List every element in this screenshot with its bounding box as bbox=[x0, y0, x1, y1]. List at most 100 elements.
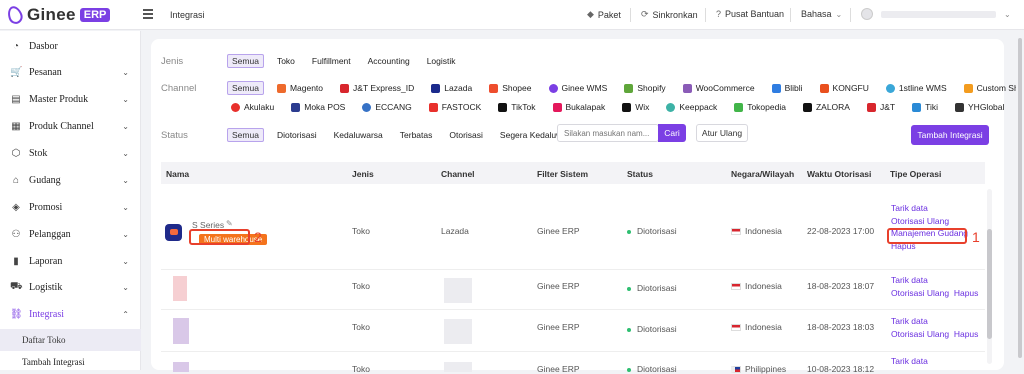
chip-label: Bukalapak bbox=[565, 102, 606, 112]
otorisasi-ulang-link[interactable]: Otorisasi Ulang bbox=[891, 215, 968, 228]
channel-chip-woocommerce[interactable]: WooCommerce bbox=[679, 81, 759, 95]
redacted-channel bbox=[444, 278, 472, 303]
edit-icon[interactable]: ✎ bbox=[226, 219, 233, 228]
channel-chip-kongfu[interactable]: KONGFU bbox=[816, 81, 873, 95]
user-name-redacted bbox=[881, 10, 996, 18]
row-filter: Ginee ERP bbox=[537, 364, 580, 374]
sidebar-subitem-label: Tambah Integrasi bbox=[22, 357, 85, 367]
channel-chip-jnt-express[interactable]: J&T Express_ID bbox=[336, 81, 418, 95]
highlight-box-1 bbox=[887, 228, 967, 244]
channel-chip-blibli[interactable]: Blibli bbox=[768, 81, 807, 95]
otorisasi-ulang-link[interactable]: Otorisasi Ulang bbox=[891, 288, 949, 298]
channel-chip-moka-pos[interactable]: Moka POS bbox=[287, 100, 349, 114]
bahasa-label: Bahasa bbox=[801, 9, 832, 19]
channel-chip-jnt[interactable]: J&T bbox=[863, 100, 899, 114]
channel-chip-wix[interactable]: Wix bbox=[618, 100, 653, 114]
bukalapak-icon bbox=[552, 102, 562, 112]
menu-toggle-icon[interactable] bbox=[143, 9, 153, 19]
reset-button[interactable]: Atur Ulang bbox=[696, 124, 748, 142]
scrollbar-thumb[interactable] bbox=[987, 229, 992, 339]
add-integration-button[interactable]: Tambah Integrasi bbox=[911, 125, 989, 145]
sidebar-item-promosi[interactable]: ◈ Promosi ⌄ bbox=[0, 194, 141, 220]
cube-icon: ⬡ bbox=[11, 147, 21, 159]
channel-chip-ginee-wms[interactable]: Ginee WMS bbox=[545, 81, 612, 95]
status-text: Diotorisasi bbox=[637, 226, 677, 236]
table-scrollbar[interactable] bbox=[987, 189, 992, 364]
redacted-logo bbox=[173, 318, 189, 344]
channel-chip-custom-shop[interactable]: Custom Shop bbox=[960, 81, 1024, 95]
tarik-data-link[interactable]: Tarik data bbox=[891, 202, 968, 215]
channel-chip-tokopedia[interactable]: Tokopedia bbox=[730, 100, 790, 114]
chevron-down-icon: ⌄ bbox=[122, 67, 129, 77]
channel-chip-1stline-wms[interactable]: 1stline WMS bbox=[882, 81, 951, 95]
shopee-icon bbox=[489, 83, 499, 93]
channel-chip-fastock[interactable]: FASTOCK bbox=[425, 100, 486, 114]
sidebar-item-dasbor[interactable]: ◔ Dasbor bbox=[0, 33, 141, 59]
channel-chip-bukalapak[interactable]: Bukalapak bbox=[549, 100, 610, 114]
status-chip-otorisasi[interactable]: Otorisasi bbox=[445, 128, 487, 142]
channel-chip-magento[interactable]: Magento bbox=[273, 81, 327, 95]
search-button[interactable]: Cari bbox=[658, 124, 686, 142]
sidebar-item-integrasi[interactable]: ⛓ Integrasi ⌃ bbox=[0, 301, 141, 327]
hapus-link[interactable]: Hapus bbox=[954, 329, 979, 339]
language-select[interactable]: Bahasa ⌄ bbox=[801, 9, 842, 19]
chip-label: Akulaku bbox=[244, 102, 275, 112]
bantuan-label: Pusat Bantuan bbox=[725, 9, 785, 19]
sidebar-item-pelanggan[interactable]: ⚇ Pelanggan ⌄ bbox=[0, 221, 141, 247]
country-text: Indonesia bbox=[745, 281, 782, 291]
jenis-chip-logistik[interactable]: Logistik bbox=[423, 54, 460, 68]
col-channel: Channel bbox=[441, 169, 475, 179]
paket-link[interactable]: ◆ Paket bbox=[587, 9, 621, 20]
jenis-chip-fulfillment[interactable]: Fulfillment bbox=[308, 54, 355, 68]
status-chip-diotorisasi[interactable]: Diotorisasi bbox=[273, 128, 321, 142]
jenis-chip-toko[interactable]: Toko bbox=[273, 54, 299, 68]
sidebar-item-laporan[interactable]: ▮ Laporan ⌄ bbox=[0, 248, 141, 274]
channel-chip-shopify[interactable]: Shopify bbox=[620, 81, 669, 95]
link-icon: ⛓ bbox=[10, 308, 23, 320]
jenis-chip-semua[interactable]: Semua bbox=[227, 54, 264, 68]
channel-chip-eccang[interactable]: ECCANG bbox=[358, 100, 415, 114]
sidebar-item-produk-channel[interactable]: ▦ Produk Channel ⌄ bbox=[0, 113, 141, 139]
status-chip-kedaluwarsa[interactable]: Kedaluwarsa bbox=[330, 128, 387, 142]
sync-icon: ⟳ bbox=[641, 9, 649, 19]
channel-chip-tiki[interactable]: Tiki bbox=[908, 100, 942, 114]
sidebar-item-master-produk[interactable]: ▤ Master Produk ⌄ bbox=[0, 86, 141, 112]
app-logo[interactable]: Ginee ERP bbox=[5, 4, 111, 26]
woocommerce-icon bbox=[682, 83, 692, 93]
row-country: Indonesia bbox=[731, 226, 782, 236]
channel-chip-zalora[interactable]: ZALORA bbox=[799, 100, 854, 114]
sidebar-item-stok[interactable]: ⬡ Stok ⌄ bbox=[0, 140, 141, 166]
sidebar-item-gudang[interactable]: ⌂ Gudang ⌄ bbox=[0, 167, 141, 193]
country-text: Indonesia bbox=[745, 322, 782, 332]
channel-chip-tiktok[interactable]: TikTok bbox=[494, 100, 539, 114]
sidebar-item-logistik[interactable]: ⛟ Logistik ⌄ bbox=[0, 274, 141, 300]
help-center-link[interactable]: ? Pusat Bantuan bbox=[716, 9, 784, 19]
status-chip-semua[interactable]: Semua bbox=[227, 128, 264, 142]
search-input[interactable] bbox=[557, 124, 659, 142]
hapus-link[interactable]: Hapus bbox=[954, 288, 979, 298]
user-menu[interactable]: ⌄ bbox=[861, 8, 1011, 20]
tarik-data-link[interactable]: Tarik data bbox=[891, 356, 928, 366]
scrollbar-thumb[interactable] bbox=[1018, 38, 1022, 358]
row-country: Philippines bbox=[731, 364, 786, 374]
channel-chip-akulaku[interactable]: Akulaku bbox=[227, 100, 278, 114]
chip-label: Magento bbox=[289, 83, 324, 93]
jenis-chip-accounting[interactable]: Accounting bbox=[364, 54, 414, 68]
page-scrollbar[interactable] bbox=[1016, 30, 1024, 370]
indonesia-flag-icon bbox=[731, 324, 741, 332]
tarik-data-link[interactable]: Tarik data bbox=[891, 274, 978, 287]
shopify-icon bbox=[624, 83, 634, 93]
channel-chip-yhglobal[interactable]: YHGlobal bbox=[951, 100, 1008, 114]
channel-chip-shopee[interactable]: Shopee bbox=[485, 81, 535, 95]
tarik-data-link[interactable]: Tarik data bbox=[891, 315, 978, 328]
status-chip-terbatas[interactable]: Terbatas bbox=[396, 128, 437, 142]
sidebar-subitem-daftar-toko[interactable]: Daftar Toko bbox=[0, 329, 141, 351]
otorisasi-ulang-link[interactable]: Otorisasi Ulang bbox=[891, 329, 949, 339]
sidebar-item-pesanan[interactable]: 🛒 Pesanan ⌄ bbox=[0, 59, 141, 85]
sinkronkan-link[interactable]: ⟳ Sinkronkan bbox=[641, 9, 698, 20]
channel-chip-keeppack[interactable]: Keeppack bbox=[662, 100, 721, 114]
country-text: Indonesia bbox=[745, 226, 782, 236]
channel-chip-semua[interactable]: Semua bbox=[227, 81, 264, 95]
channel-chip-lazada[interactable]: Lazada bbox=[427, 81, 476, 95]
col-nama: Nama bbox=[166, 169, 190, 179]
